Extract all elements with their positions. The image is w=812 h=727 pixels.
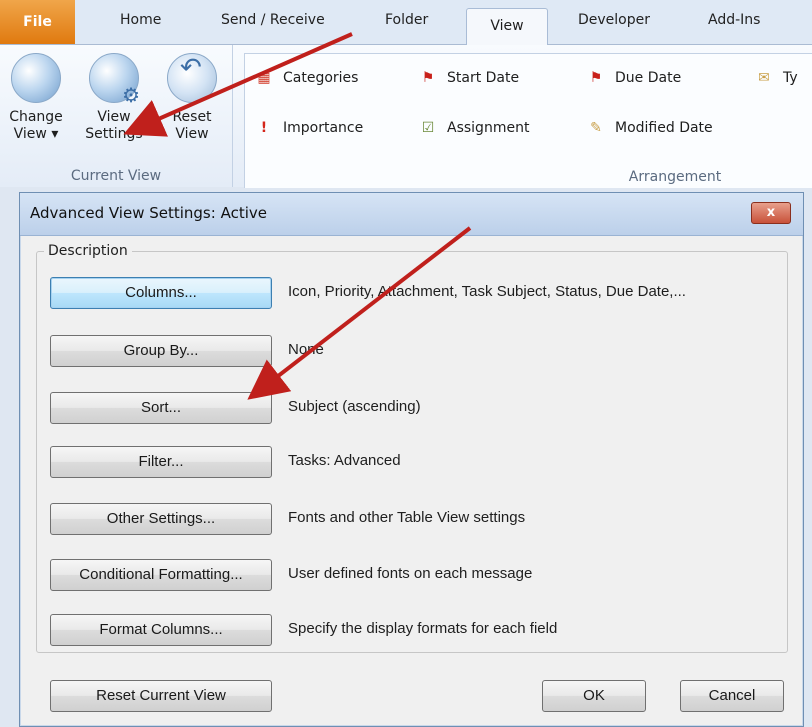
change-view-button[interactable]: Change View ▾ [2,53,70,143]
cancel-button[interactable]: Cancel [680,680,784,712]
close-button[interactable]: x [751,202,791,224]
conditional-formatting-description: User defined fonts on each message [288,565,533,582]
ribbon-tab-bar: File Home Send / Receive Folder View Dev… [0,0,812,46]
envelope-icon: ✉ [758,70,770,86]
assignment-label: Assignment [447,120,530,136]
view-settings-icon: ⚙ [89,53,140,107]
change-view-label-2: View ▾ [13,126,59,142]
arrangement-type[interactable]: ✉ Ty [753,70,798,86]
tab-developer[interactable]: Developer [578,12,650,28]
tab-view[interactable]: View [466,8,548,46]
conditional-formatting-button[interactable]: Conditional Formatting... [50,559,272,591]
reset-view-label-1: Reset [172,109,212,125]
other-settings-description: Fonts and other Table View settings [288,509,526,526]
modified-date-label: Modified Date [615,120,713,136]
current-view-group-label: Current View [70,168,162,184]
filter-button[interactable]: Filter... [50,446,272,478]
arrangement-importance[interactable]: ! Importance [253,120,363,136]
arrangement-due-date[interactable]: ⚑ Due Date [585,70,681,86]
group-by-description: None [288,341,324,358]
tab-folder[interactable]: Folder [385,12,428,28]
tab-home[interactable]: Home [120,12,161,28]
columns-description: Icon, Priority, Attachment, Task Subject… [288,283,686,300]
undo-arrow-icon: ↶ [180,53,202,83]
dialog-title-bar[interactable]: Advanced View Settings: Active x [20,193,803,236]
arrangement-modified-date[interactable]: ✎ Modified Date [585,120,713,136]
type-label: Ty [783,70,798,86]
start-date-label: Start Date [447,70,520,86]
red-flag-icon: ⚑ [421,70,435,86]
sort-button[interactable]: Sort... [50,392,272,424]
reset-view-label-2: View [175,126,209,142]
current-view-group: Change View ▾ ⚙ View Settings ↶ Reset Vi… [0,45,233,187]
tab-file[interactable]: File [0,0,75,44]
reset-current-view-button[interactable]: Reset Current View [50,680,272,712]
filter-description: Tasks: Advanced [288,452,401,469]
arrangement-group-label: Arrangement [628,169,722,185]
other-settings-button[interactable]: Other Settings... [50,503,272,535]
view-settings-label-2: Settings [85,126,143,142]
exclamation-icon: ! [260,120,268,136]
importance-label: Importance [283,120,364,136]
view-settings-button[interactable]: ⚙ View Settings [80,53,148,143]
format-columns-button[interactable]: Format Columns... [50,614,272,646]
change-view-icon [11,53,61,103]
format-columns-description: Specify the display formats for each fie… [288,620,558,637]
ribbon-panel: Change View ▾ ⚙ View Settings ↶ Reset Vi… [0,45,812,188]
arrangement-assignment[interactable]: ☑ Assignment [417,120,530,136]
close-icon: x [766,205,776,220]
view-settings-label-1: View [97,109,131,125]
categories-label: Categories [283,70,359,86]
tab-send-receive[interactable]: Send / Receive [221,12,325,28]
due-date-label: Due Date [615,70,682,86]
red-flag-icon: ⚑ [589,70,603,86]
dialog-title: Advanced View Settings: Active [30,204,267,222]
tab-add-ins[interactable]: Add-Ins [708,12,760,28]
group-by-button[interactable]: Group By... [50,335,272,367]
change-view-label-1: Change [9,109,63,125]
arrangement-gallery: ▦ Categories ⚑ Start Date ⚑ Due Date ✉ Ty ! I… [244,53,812,188]
description-legend: Description [44,243,132,259]
assignment-icon: ☑ [421,120,435,136]
gear-icon: ⚙ [122,83,140,107]
reset-view-icon: ↶ [167,53,217,103]
arrangement-categories[interactable]: ▦ Categories [253,70,358,86]
pencil-note-icon: ✎ [590,120,602,136]
reset-view-button[interactable]: ↶ Reset View [158,53,226,143]
categories-icon: ▦ [257,70,271,86]
advanced-view-settings-dialog: Advanced View Settings: Active x Descrip… [19,192,804,727]
columns-button[interactable]: Columns... [50,277,272,309]
arrangement-start-date[interactable]: ⚑ Start Date [417,70,519,86]
ok-button[interactable]: OK [542,680,646,712]
sort-description: Subject (ascending) [288,398,421,415]
